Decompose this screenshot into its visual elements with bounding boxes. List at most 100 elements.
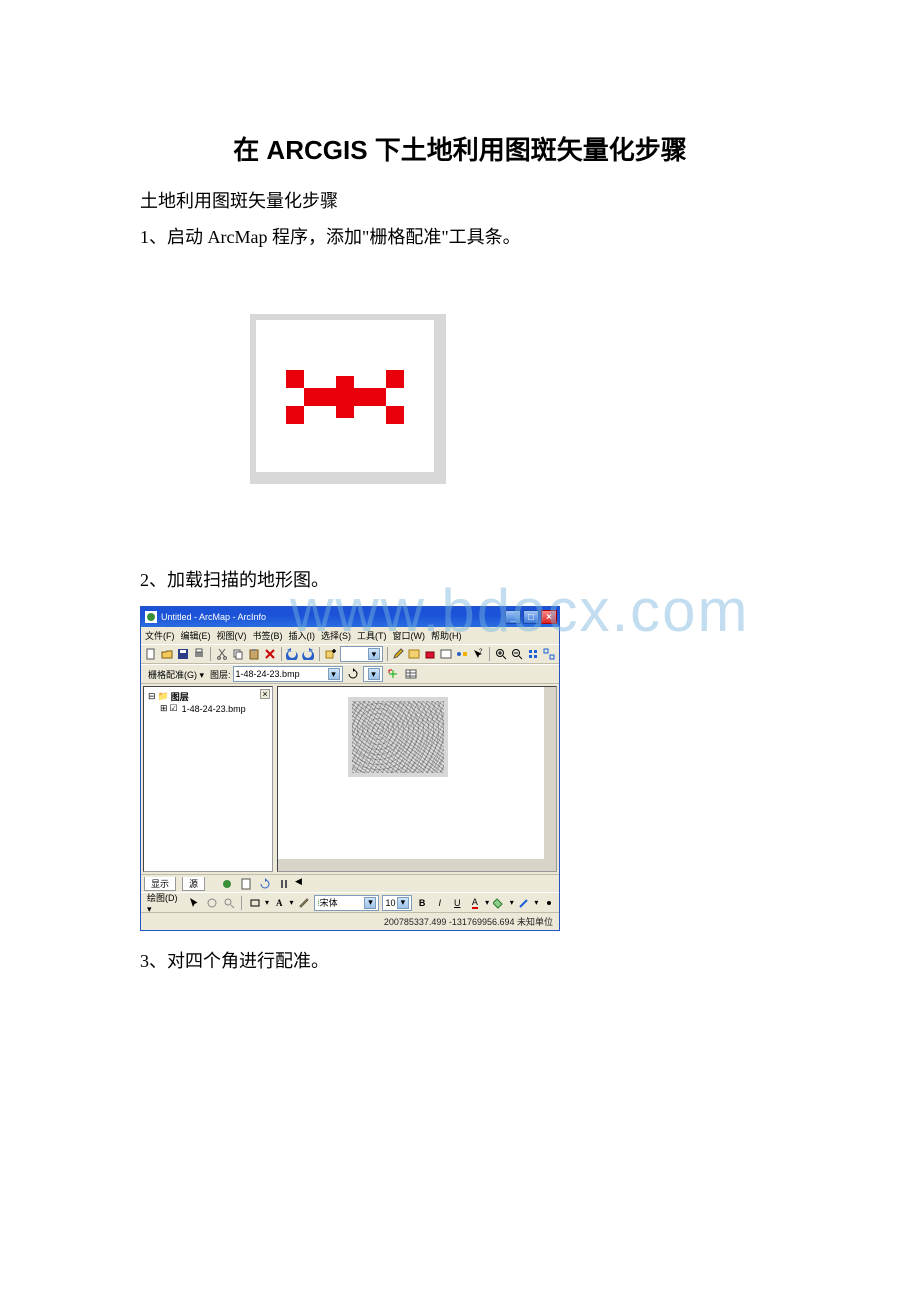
arcmap-window: Untitled - ArcMap - ArcInfo _ □ × 文件(F) … <box>140 606 560 931</box>
window-title: Untitled - ArcMap - ArcInfo <box>161 612 266 622</box>
chevron-down-icon: ▾ <box>364 897 376 909</box>
new-icon[interactable] <box>144 646 158 662</box>
fontsize-dropdown[interactable]: 10 ▾ <box>382 895 411 911</box>
bold-icon[interactable]: B <box>415 895 430 911</box>
standard-toolbar: ▾ ? <box>141 644 559 664</box>
minus-icon: ⊟ <box>148 691 156 702</box>
app-body: × ⊟ 📁 图层 ⊞ ☑ 1-48-24-23.bmp <box>141 684 559 874</box>
model-icon[interactable] <box>455 646 469 662</box>
add-data-icon[interactable] <box>324 646 338 662</box>
italic-icon[interactable]: I <box>432 895 447 911</box>
zoom-in-icon[interactable] <box>494 646 508 662</box>
data-view-icon[interactable] <box>219 876 235 892</box>
pause-icon[interactable] <box>276 876 292 892</box>
zoom-out-icon[interactable] <box>510 646 524 662</box>
toc-close-icon[interactable]: × <box>260 689 270 699</box>
toc-root-label: 图层 <box>171 690 189 703</box>
status-coords: 200785337.499 -131769956.694 未知单位 <box>384 915 553 928</box>
layout-view-icon[interactable] <box>238 876 254 892</box>
undo-icon[interactable] <box>285 646 299 662</box>
plus-icon: ⊞ <box>160 703 168 714</box>
font-name: 宋体 <box>320 896 338 909</box>
fixed-zoom-icon[interactable] <box>542 646 556 662</box>
minimize-button[interactable]: _ <box>505 610 521 624</box>
table-of-contents[interactable]: × ⊟ 📁 图层 ⊞ ☑ 1-48-24-23.bmp <box>143 686 273 872</box>
page-title: 在 ARCGIS 下土地利用图斑矢量化步骤 <box>140 130 780 167</box>
app-icon <box>145 611 157 623</box>
menu-help[interactable]: 帮助(H) <box>431 629 462 642</box>
chevron-down-icon: ▾ <box>328 668 340 680</box>
draw-toolbar: 绘图(D) ▾ ▾ A ▾ ⁞ 宋体 ▾ 10 ▾ B I <box>141 892 559 912</box>
save-icon[interactable] <box>176 646 190 662</box>
georef-layer-label: 图层: <box>210 668 231 681</box>
toc-root[interactable]: ⊟ 📁 图层 <box>146 690 270 703</box>
menu-edit[interactable]: 编辑(E) <box>181 629 211 642</box>
step-3: 3、对四个角进行配准。 <box>140 945 780 977</box>
command-icon[interactable] <box>439 646 453 662</box>
menu-tools[interactable]: 工具(T) <box>357 629 387 642</box>
marker-color-icon[interactable] <box>541 895 556 911</box>
arccatalog-icon[interactable] <box>407 646 421 662</box>
help-pointer-icon[interactable]: ? <box>471 646 485 662</box>
step-1: 1、启动 ArcMap 程序，添加"栅格配准"工具条。 <box>140 221 780 253</box>
map-view[interactable] <box>277 686 557 872</box>
menu-bookmarks[interactable]: 书签(B) <box>253 629 283 642</box>
text-tool-icon[interactable]: A <box>272 895 287 911</box>
menu-select[interactable]: 选择(S) <box>321 629 351 642</box>
open-icon[interactable] <box>160 646 174 662</box>
georef-linktable-icon[interactable] <box>403 666 419 682</box>
maximize-button[interactable]: □ <box>523 610 539 624</box>
refresh-icon[interactable] <box>257 876 273 892</box>
georef-toolbar-icon-image <box>250 314 446 484</box>
cut-icon[interactable] <box>215 646 229 662</box>
menu-window[interactable]: 窗口(W) <box>393 629 426 642</box>
scale-dropdown[interactable]: ▾ <box>340 646 383 662</box>
zoom-element-icon[interactable] <box>222 895 237 911</box>
georef-layer-value: 1-48-24-23.bmp <box>236 669 300 679</box>
toc-item-label: 1-48-24-23.bmp <box>180 704 248 714</box>
line-color-icon[interactable] <box>517 895 532 911</box>
titlebar[interactable]: Untitled - ArcMap - ArcInfo _ □ × <box>141 607 559 627</box>
georef-rotate-icon[interactable] <box>345 666 361 682</box>
menu-file[interactable]: 文件(F) <box>145 629 175 642</box>
svg-text:?: ? <box>479 649 483 655</box>
paste-icon[interactable] <box>247 646 261 662</box>
subtitle: 土地利用图斑矢量化步骤 <box>140 185 780 217</box>
select-elements-icon[interactable] <box>187 895 202 911</box>
horizontal-scrollbar[interactable] <box>278 859 556 871</box>
toc-item-row[interactable]: ⊞ ☑ 1-48-24-23.bmp <box>146 703 270 714</box>
toc-tabstrip: 显示 源 ◀ <box>141 874 559 892</box>
step-2: 2、加载扫描的地形图。 <box>140 564 780 596</box>
tab-source[interactable]: 源 <box>182 877 205 891</box>
georef-addpoint-icon[interactable] <box>385 666 401 682</box>
full-extent-icon[interactable] <box>526 646 540 662</box>
print-icon[interactable] <box>192 646 206 662</box>
raster-layer <box>348 697 448 777</box>
draw-menu[interactable]: 绘图(D) ▾ <box>144 891 184 915</box>
menu-insert[interactable]: 插入(I) <box>289 629 316 642</box>
redo-icon[interactable] <box>301 646 315 662</box>
toolbox-icon[interactable] <box>423 646 437 662</box>
rect-tool-icon[interactable] <box>247 895 262 911</box>
menu-view[interactable]: 视图(V) <box>217 629 247 642</box>
status-bar: 200785337.499 -131769956.694 未知单位 <box>141 912 559 930</box>
fill-color-icon[interactable] <box>492 895 507 911</box>
georef-rotate-dropdown[interactable]: ▾ <box>363 666 383 682</box>
georef-layer-dropdown[interactable]: 1-48-24-23.bmp ▾ <box>233 666 343 682</box>
checkbox-icon[interactable]: ☑ <box>170 703 178 714</box>
font-dropdown[interactable]: ⁞ 宋体 ▾ <box>314 895 379 911</box>
delete-icon[interactable] <box>263 646 277 662</box>
close-button[interactable]: × <box>541 610 557 624</box>
georef-menu[interactable]: 栅格配准(G) ▾ <box>144 668 208 681</box>
font-color-icon[interactable]: A <box>468 895 483 911</box>
menubar: 文件(F) 编辑(E) 视图(V) 书签(B) 插入(I) 选择(S) 工具(T… <box>141 627 559 644</box>
copy-icon[interactable] <box>231 646 245 662</box>
tab-display[interactable]: 显示 <box>144 877 176 891</box>
edit-vertices-icon[interactable] <box>297 895 312 911</box>
georeferencing-toolbar: 栅格配准(G) ▾ 图层: 1-48-24-23.bmp ▾ ▾ <box>141 664 559 684</box>
chevron-down-icon: ▾ <box>397 897 409 909</box>
underline-icon[interactable]: U <box>450 895 465 911</box>
editor-icon[interactable] <box>391 646 405 662</box>
vertical-scrollbar[interactable] <box>544 687 556 871</box>
rotate-element-icon[interactable] <box>204 895 219 911</box>
